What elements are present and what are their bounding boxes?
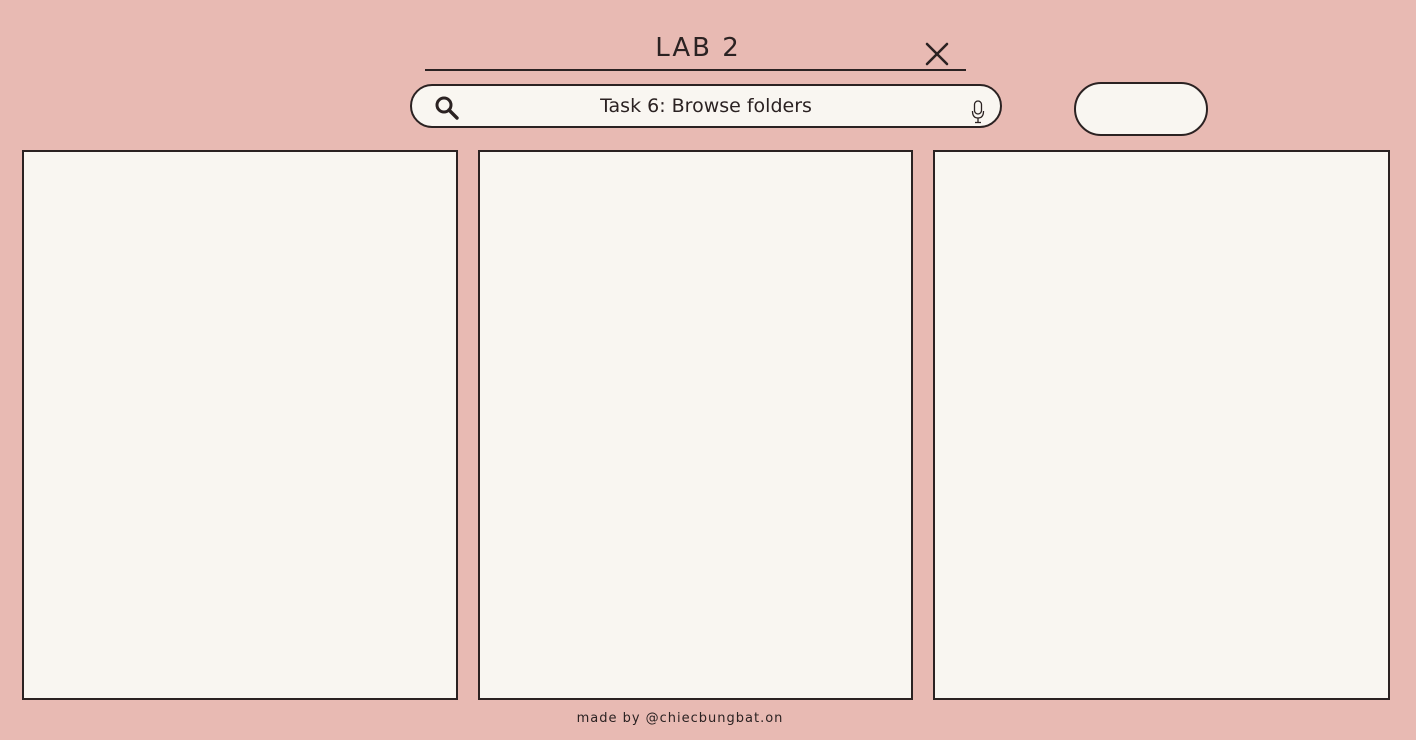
title-underline (425, 69, 966, 71)
search-input[interactable]: Task 6: Browse folders (472, 86, 940, 126)
content-panel-1 (22, 150, 458, 700)
action-button[interactable] (1074, 82, 1208, 136)
close-icon[interactable] (922, 39, 952, 69)
footer-credit: made by @chiecbungbat.on (576, 711, 784, 726)
page-title: LAB 2 (655, 33, 741, 63)
content-panel-2 (478, 150, 913, 700)
search-bar[interactable]: Task 6: Browse folders (410, 84, 1002, 128)
microphone-icon[interactable] (971, 100, 985, 124)
content-panel-3 (933, 150, 1390, 700)
search-icon (435, 96, 459, 120)
